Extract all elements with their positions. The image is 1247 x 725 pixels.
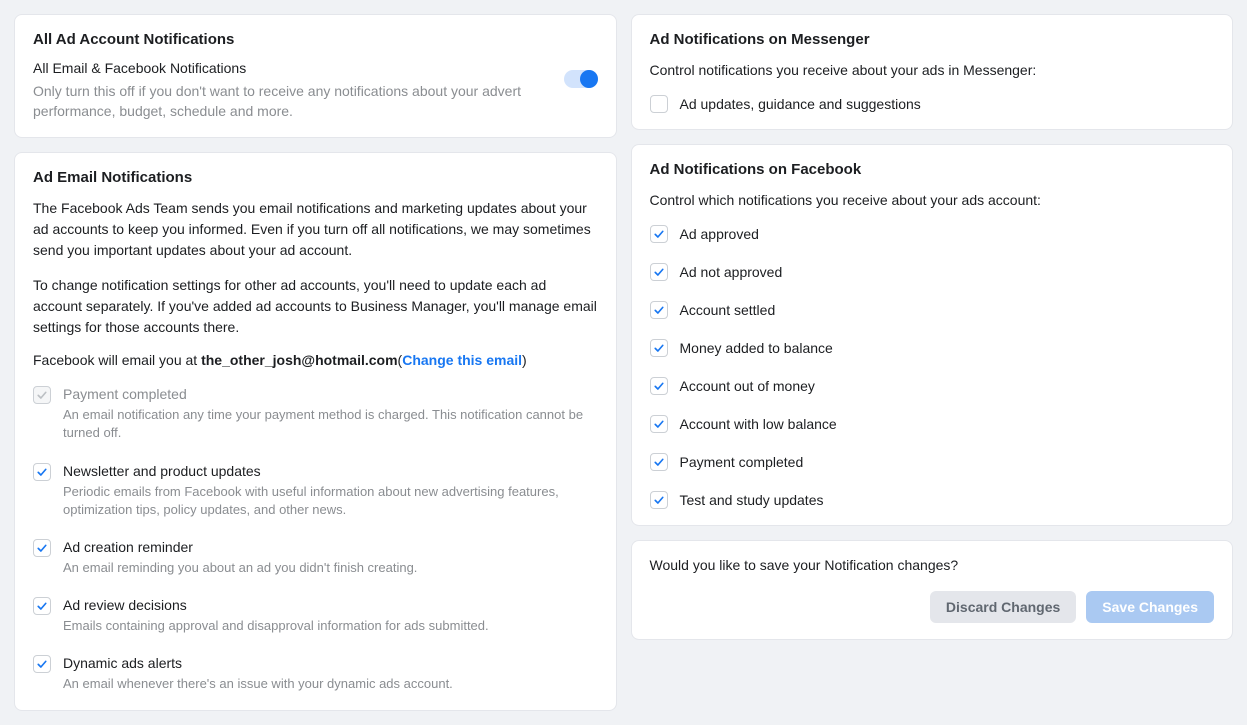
email-option-desc: An email notification any time your paym… bbox=[63, 406, 598, 442]
email-option-checkbox[interactable] bbox=[33, 597, 51, 615]
facebook-option-label: Ad approved bbox=[680, 226, 759, 242]
facebook-option-item: Ad approved bbox=[650, 225, 1215, 243]
toggle-knob-icon bbox=[580, 70, 598, 88]
facebook-notifications-card: Ad Notifications on Facebook Control whi… bbox=[631, 144, 1234, 526]
all-notifications-title: All Ad Account Notifications bbox=[33, 31, 598, 48]
email-notifications-title: Ad Email Notifications bbox=[33, 169, 598, 186]
save-changes-card: Would you like to save your Notification… bbox=[631, 540, 1234, 640]
email-option-desc: Periodic emails from Facebook with usefu… bbox=[63, 483, 598, 519]
email-option-item: Ad creation reminder An email reminding y… bbox=[33, 539, 598, 577]
messenger-notifications-title: Ad Notifications on Messenger bbox=[650, 31, 1215, 48]
messenger-option-item: Ad updates, guidance and suggestions bbox=[650, 95, 1215, 113]
facebook-option-label: Account settled bbox=[680, 302, 776, 318]
facebook-option-item: Payment completed bbox=[650, 453, 1215, 471]
email-option-checkbox[interactable] bbox=[33, 539, 51, 557]
email-close-paren: ) bbox=[522, 352, 527, 368]
email-option-checkbox[interactable] bbox=[33, 463, 51, 481]
facebook-option-checkbox[interactable] bbox=[650, 339, 668, 357]
facebook-option-checkbox[interactable] bbox=[650, 377, 668, 395]
facebook-notifications-title: Ad Notifications on Facebook bbox=[650, 161, 1215, 178]
facebook-option-label: Payment completed bbox=[680, 454, 804, 470]
save-button[interactable]: Save Changes bbox=[1086, 591, 1214, 623]
facebook-notifications-help: Control which notifications you receive … bbox=[650, 190, 1215, 211]
all-notifications-toggle[interactable] bbox=[564, 70, 598, 88]
messenger-option-checkbox[interactable] bbox=[650, 95, 668, 113]
facebook-option-checkbox[interactable] bbox=[650, 415, 668, 433]
facebook-option-checkbox[interactable] bbox=[650, 491, 668, 509]
facebook-option-checkbox[interactable] bbox=[650, 453, 668, 471]
facebook-option-label: Account out of money bbox=[680, 378, 815, 394]
all-notifications-help: Only turn this off if you don't want to … bbox=[33, 82, 544, 121]
facebook-option-checkbox[interactable] bbox=[650, 225, 668, 243]
email-option-label: Newsletter and product updates bbox=[63, 463, 598, 479]
discard-button[interactable]: Discard Changes bbox=[930, 591, 1076, 623]
email-option-label: Ad review decisions bbox=[63, 597, 598, 613]
email-line: Facebook will email you at the_other_jos… bbox=[33, 352, 598, 368]
email-notifications-body1: The Facebook Ads Team sends you email no… bbox=[33, 198, 598, 261]
email-option-desc: Emails containing approval and disapprov… bbox=[63, 617, 598, 635]
email-notifications-card: Ad Email Notifications The Facebook Ads … bbox=[14, 152, 617, 710]
facebook-option-item: Test and study updates bbox=[650, 491, 1215, 509]
email-option-item: Payment completed An email notification a… bbox=[33, 386, 598, 442]
email-notifications-body2: To change notification settings for othe… bbox=[33, 275, 598, 338]
facebook-option-item: Ad not approved bbox=[650, 263, 1215, 281]
messenger-option-label: Ad updates, guidance and suggestions bbox=[680, 96, 921, 112]
facebook-option-label: Money added to balance bbox=[680, 340, 833, 356]
facebook-option-item: Account out of money bbox=[650, 377, 1215, 395]
facebook-option-label: Test and study updates bbox=[680, 492, 824, 508]
all-notifications-card: All Ad Account Notifications All Email &… bbox=[14, 14, 617, 138]
email-option-item: Dynamic ads alertsAn email whenever ther… bbox=[33, 655, 598, 693]
facebook-option-checkbox[interactable] bbox=[650, 301, 668, 319]
email-option-item: Newsletter and product updates Periodic e… bbox=[33, 463, 598, 519]
facebook-option-label: Account with low balance bbox=[680, 416, 837, 432]
facebook-option-label: Ad not approved bbox=[680, 264, 783, 280]
email-option-item: Ad review decisions Emails containing app… bbox=[33, 597, 598, 635]
email-option-desc: An email reminding you about an ad you d… bbox=[63, 559, 598, 577]
email-option-label: Payment completed bbox=[63, 386, 598, 402]
email-prefix: Facebook will email you at bbox=[33, 352, 201, 368]
messenger-notifications-card: Ad Notifications on Messenger Control no… bbox=[631, 14, 1234, 130]
email-option-checkbox[interactable] bbox=[33, 655, 51, 673]
facebook-option-item: Account settled bbox=[650, 301, 1215, 319]
email-address: the_other_josh@hotmail.com bbox=[201, 352, 397, 368]
messenger-notifications-help: Control notifications you receive about … bbox=[650, 60, 1215, 81]
change-email-link[interactable]: Change this email bbox=[402, 352, 522, 368]
facebook-option-checkbox[interactable] bbox=[650, 263, 668, 281]
all-notifications-subtitle: All Email & Facebook Notifications bbox=[33, 60, 544, 76]
email-option-label: Ad creation reminder bbox=[63, 539, 598, 555]
facebook-option-item: Money added to balance bbox=[650, 339, 1215, 357]
email-option-checkbox bbox=[33, 386, 51, 404]
facebook-option-item: Account with low balance bbox=[650, 415, 1215, 433]
email-option-label: Dynamic ads alerts bbox=[63, 655, 598, 671]
save-prompt: Would you like to save your Notification… bbox=[650, 557, 1215, 573]
